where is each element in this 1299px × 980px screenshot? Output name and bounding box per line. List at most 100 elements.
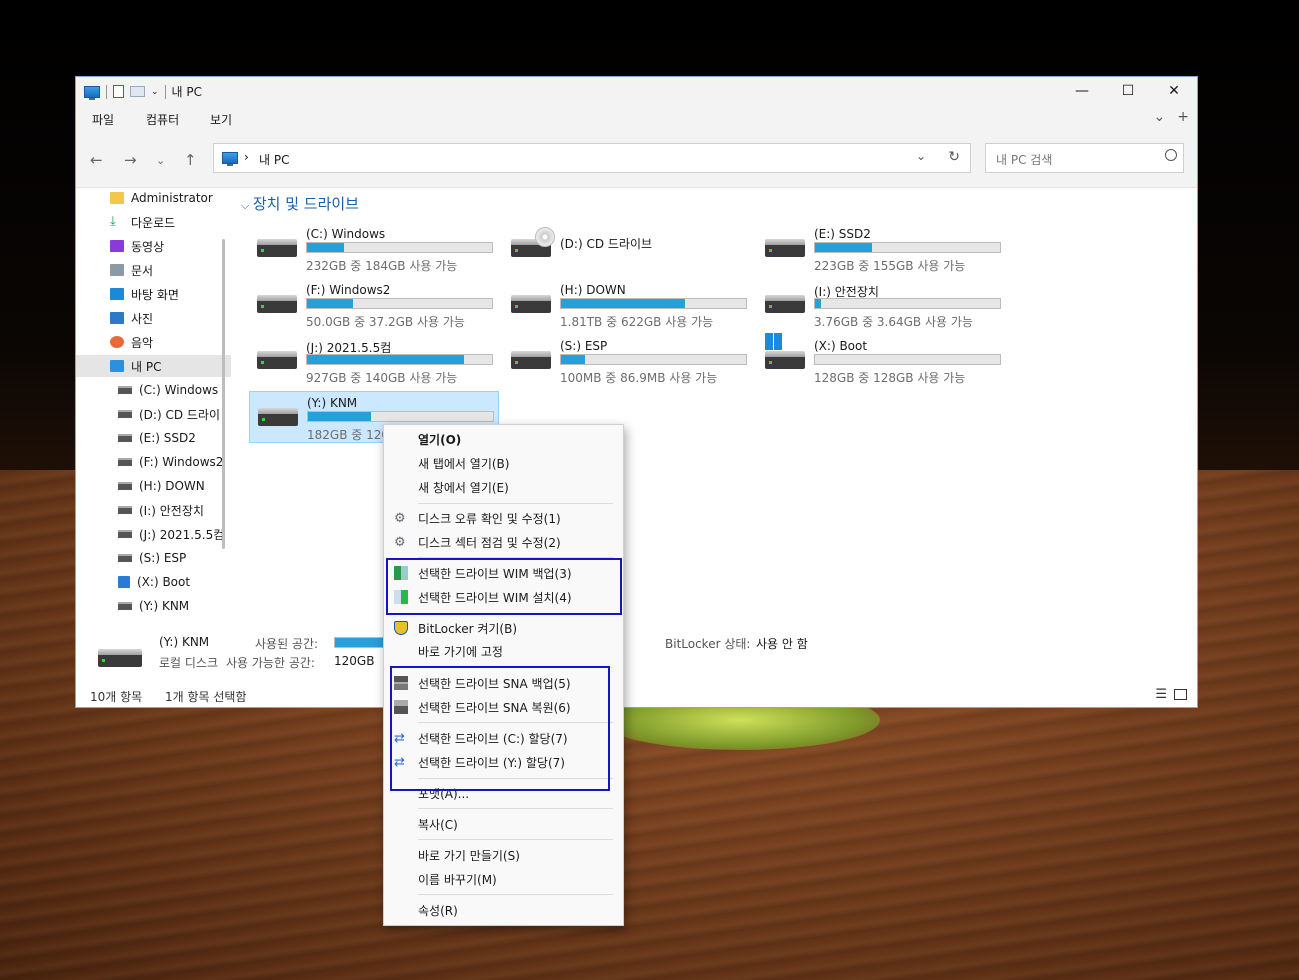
sidebar-item-drive-f[interactable]: (F:) Windows2 bbox=[76, 451, 231, 473]
tiles-view-icon[interactable] bbox=[1174, 689, 1187, 700]
cd-drive-icon bbox=[118, 410, 132, 418]
search-box[interactable]: 내 PC 검색 bbox=[985, 143, 1184, 173]
disk-check-icon: ⚙ bbox=[394, 535, 406, 550]
details-drive-name: (Y:) KNM bbox=[159, 635, 210, 649]
hard-drive-icon bbox=[511, 295, 551, 313]
drive-space-info: 232GB 중 184GB 사용 가능 bbox=[306, 259, 458, 273]
drive-icon bbox=[118, 386, 132, 394]
menu-item-check-disk-2[interactable]: ⚙ 디스크 섹터 점검 및 수정(2) bbox=[384, 530, 623, 554]
selection-count: 1개 항목 선택함 bbox=[165, 690, 247, 704]
back-button[interactable]: ← bbox=[90, 151, 103, 169]
details-free-value: 120GB bbox=[334, 654, 375, 668]
drive-name: (F:) Windows2 bbox=[306, 283, 391, 297]
hard-drive-icon bbox=[258, 408, 298, 426]
up-button[interactable]: ↑ bbox=[184, 151, 197, 169]
menu-item-bitlocker[interactable]: BitLocker 켜기(B) bbox=[384, 616, 623, 640]
sidebar-item-drive-i[interactable]: (I:) 안전장치 bbox=[76, 499, 231, 521]
menu-item-create-shortcut[interactable]: 바로 가기 만들기(S) bbox=[384, 843, 623, 867]
properties-icon[interactable] bbox=[113, 85, 124, 98]
sidebar-item-administrator[interactable]: Administrator bbox=[76, 187, 231, 209]
sidebar-item-drive-c[interactable]: (C:) Windows bbox=[76, 379, 231, 401]
menu-item-open-new-window[interactable]: 새 창에서 열기(E) bbox=[384, 475, 623, 499]
folder-icon bbox=[110, 192, 124, 204]
search-icon[interactable] bbox=[1165, 149, 1177, 161]
menu-item-open[interactable]: 열기(O) bbox=[384, 427, 623, 451]
forward-button[interactable]: → bbox=[124, 151, 137, 169]
sidebar-item-drive-s[interactable]: (S:) ESP bbox=[76, 547, 231, 569]
drive-name: (D:) CD 드라이브 bbox=[560, 237, 653, 251]
address-bar[interactable]: › 내 PC ⌄ ↻ bbox=[213, 143, 971, 173]
divider bbox=[164, 84, 166, 99]
desktop-icon bbox=[110, 288, 124, 300]
minimize-button[interactable]: — bbox=[1059, 77, 1105, 105]
drive-tile-f[interactable]: (F:) Windows2 50.0GB 중 37.2GB 사용 가능 bbox=[249, 279, 499, 331]
search-input[interactable]: 내 PC 검색 bbox=[996, 151, 1052, 168]
sidebar-item-videos[interactable]: 동영상 bbox=[76, 235, 231, 257]
drive-icon bbox=[118, 530, 132, 538]
sidebar-item-documents[interactable]: 문서 bbox=[76, 259, 231, 281]
maximize-button[interactable]: ☐ bbox=[1105, 77, 1151, 105]
sidebar-item-this-pc[interactable]: 내 PC bbox=[76, 355, 231, 377]
drive-tile-c[interactable]: (C:) Windows 232GB 중 184GB 사용 가능 bbox=[249, 223, 499, 275]
drive-icon bbox=[118, 482, 132, 490]
this-pc-icon bbox=[222, 152, 238, 166]
drive-tile-e[interactable]: (E:) SSD2 223GB 중 155GB 사용 가능 bbox=[757, 223, 1007, 275]
ribbon-expand-icon[interactable]: ⌄ bbox=[1154, 109, 1166, 125]
title-bar: ⌄ 내 PC — ☐ ✕ bbox=[76, 77, 1197, 105]
menu-item-properties[interactable]: 속성(R) bbox=[384, 898, 623, 922]
refresh-icon[interactable]: ↻ bbox=[948, 149, 960, 165]
breadcrumb-this-pc[interactable]: 내 PC bbox=[259, 151, 289, 168]
chevron-down-icon: ⌵ bbox=[241, 199, 253, 212]
drive-icon bbox=[118, 506, 132, 514]
menu-computer[interactable]: 컴퓨터 bbox=[146, 111, 179, 128]
menu-item-open-new-tab[interactable]: 새 탭에서 열기(B) bbox=[384, 451, 623, 475]
drive-usage-bar bbox=[306, 242, 493, 253]
chevron-down-icon[interactable]: ⌄ bbox=[151, 87, 159, 97]
drive-tile-x[interactable]: (X:) Boot 128GB 중 128GB 사용 가능 bbox=[757, 333, 1007, 387]
menu-item-rename[interactable]: 이름 바꾸기(M) bbox=[384, 867, 623, 891]
sidebar-item-drive-d[interactable]: (D:) CD 드라이 bbox=[76, 403, 231, 425]
drive-space-info: 1.81TB 중 622GB 사용 가능 bbox=[560, 315, 714, 329]
recent-locations-button[interactable]: ⌄ bbox=[156, 154, 165, 167]
drive-usage-bar bbox=[306, 354, 493, 365]
hard-drive-icon bbox=[765, 239, 805, 257]
drive-tile-d[interactable]: (D:) CD 드라이브 bbox=[503, 223, 753, 275]
close-button[interactable]: ✕ bbox=[1151, 77, 1197, 105]
details-view-icon[interactable]: ☰ bbox=[1155, 687, 1167, 702]
sidebar-item-pictures[interactable]: 사진 bbox=[76, 307, 231, 329]
shield-icon bbox=[394, 621, 408, 635]
sidebar-scrollbar[interactable] bbox=[222, 239, 225, 549]
menu-file[interactable]: 파일 bbox=[92, 111, 114, 128]
address-dropdown-icon[interactable]: ⌄ bbox=[916, 149, 926, 163]
sidebar-item-drive-h[interactable]: (H:) DOWN bbox=[76, 475, 231, 497]
new-tab-icon[interactable]: + bbox=[1177, 109, 1189, 125]
sidebar-item-drive-e[interactable]: (E:) SSD2 bbox=[76, 427, 231, 449]
disk-check-icon: ⚙ bbox=[394, 511, 406, 526]
menu-separator bbox=[418, 894, 613, 895]
sidebar-item-desktop[interactable]: 바탕 화면 bbox=[76, 283, 231, 305]
menu-item-pin-quick-access[interactable]: 바로 가기에 고정 bbox=[384, 639, 623, 663]
menu-view[interactable]: 보기 bbox=[210, 111, 232, 128]
drive-tile-j[interactable]: (J:) 2021.5.5컴 927GB 중 140GB 사용 가능 bbox=[249, 335, 499, 387]
this-pc-icon bbox=[110, 360, 124, 372]
new-folder-icon[interactable] bbox=[130, 86, 145, 97]
windows-logo-icon bbox=[118, 576, 130, 588]
drive-usage-bar bbox=[814, 242, 1001, 253]
menu-item-check-disk-1[interactable]: ⚙ 디스크 오류 확인 및 수정(1) bbox=[384, 506, 623, 530]
sidebar-item-drive-x[interactable]: (X:) Boot bbox=[76, 571, 231, 593]
drive-tile-i[interactable]: (I:) 안전장치 3.76GB 중 3.64GB 사용 가능 bbox=[757, 279, 1007, 331]
drive-usage-bar bbox=[814, 298, 1001, 309]
drive-space-info: 927GB 중 140GB 사용 가능 bbox=[306, 371, 458, 385]
sidebar-item-drive-y[interactable]: (Y:) KNM bbox=[76, 595, 231, 617]
section-header-devices[interactable]: ⌵ 장치 및 드라이브 bbox=[241, 193, 359, 214]
drive-tile-s[interactable]: (S:) ESP 100MB 중 86.9MB 사용 가능 bbox=[503, 335, 753, 387]
menu-item-copy[interactable]: 복사(C) bbox=[384, 812, 623, 836]
highlight-box-wim bbox=[386, 558, 622, 615]
sidebar-item-drive-j[interactable]: (J:) 2021.5.5컴 bbox=[76, 523, 231, 545]
navigation-pane: Administrator ⤓ 다운로드 동영상 문서 바탕 화면 사진 음악 내… bbox=[76, 187, 231, 625]
sidebar-item-music[interactable]: 음악 bbox=[76, 331, 231, 353]
drive-tile-h[interactable]: (H:) DOWN 1.81TB 중 622GB 사용 가능 bbox=[503, 279, 753, 331]
sidebar-item-downloads[interactable]: ⤓ 다운로드 bbox=[76, 211, 231, 233]
divider bbox=[106, 84, 107, 99]
menu-separator bbox=[418, 808, 613, 809]
